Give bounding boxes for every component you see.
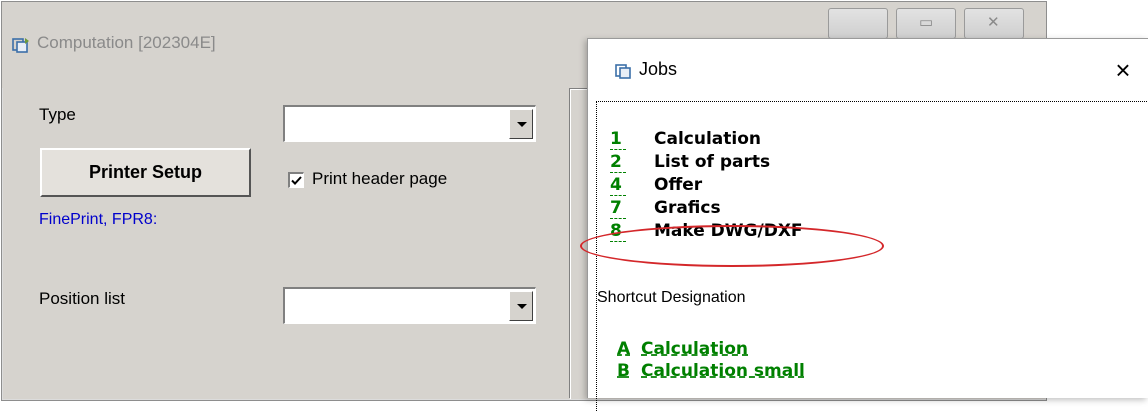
maximize-button[interactable]: ▭ — [896, 8, 956, 39]
position-list-label: Position list — [39, 289, 125, 308]
job-shortcut-key[interactable]: 1 — [610, 129, 626, 150]
print-header-checkbox[interactable] — [288, 172, 304, 188]
type-combobox[interactable] — [283, 105, 536, 142]
shortcut-label[interactable]: Calculation — [641, 339, 748, 359]
highlight-annotation — [580, 225, 884, 267]
jobs-window-icon — [615, 64, 631, 79]
shortcut-key[interactable]: B — [617, 361, 630, 381]
job-label: List of parts — [654, 152, 771, 172]
shortcut-header: Shortcut Designation — [597, 289, 746, 306]
jobs-window-title: Jobs — [639, 59, 678, 79]
print-header-label[interactable]: Print header page — [312, 169, 447, 189]
job-shortcut-key[interactable]: 4 — [610, 175, 626, 196]
job-label: Calculation — [654, 129, 761, 149]
job-label: Offer — [654, 175, 703, 195]
chevron-down-icon[interactable] — [509, 109, 533, 139]
checkmark-icon — [291, 176, 302, 185]
job-shortcut-key[interactable]: 7 — [610, 198, 626, 219]
printer-name: FinePrint, FPR8: — [39, 211, 158, 228]
shortcut-label[interactable]: Calculation small — [641, 361, 805, 381]
job-label: Grafics — [654, 198, 721, 218]
position-list-combobox[interactable] — [283, 287, 536, 324]
close-icon[interactable]: × — [1106, 53, 1140, 87]
minimize-button[interactable] — [828, 8, 888, 39]
shortcut-key[interactable]: A — [617, 339, 630, 359]
printer-setup-button[interactable]: Printer Setup — [40, 148, 251, 197]
close-button[interactable]: ✕ — [964, 8, 1024, 39]
jobs-window: Jobs × 1 Calculation 2 List of parts 4 O… — [587, 38, 1148, 411]
chevron-down-icon[interactable] — [509, 291, 533, 321]
window-title: Computation [202304E] — [37, 33, 216, 52]
maximize-icon: ▭ — [919, 14, 934, 31]
app-window-icon — [12, 38, 29, 53]
type-label: Type — [39, 105, 76, 124]
job-shortcut-key[interactable]: 2 — [610, 152, 626, 173]
close-icon: ✕ — [987, 14, 1000, 31]
